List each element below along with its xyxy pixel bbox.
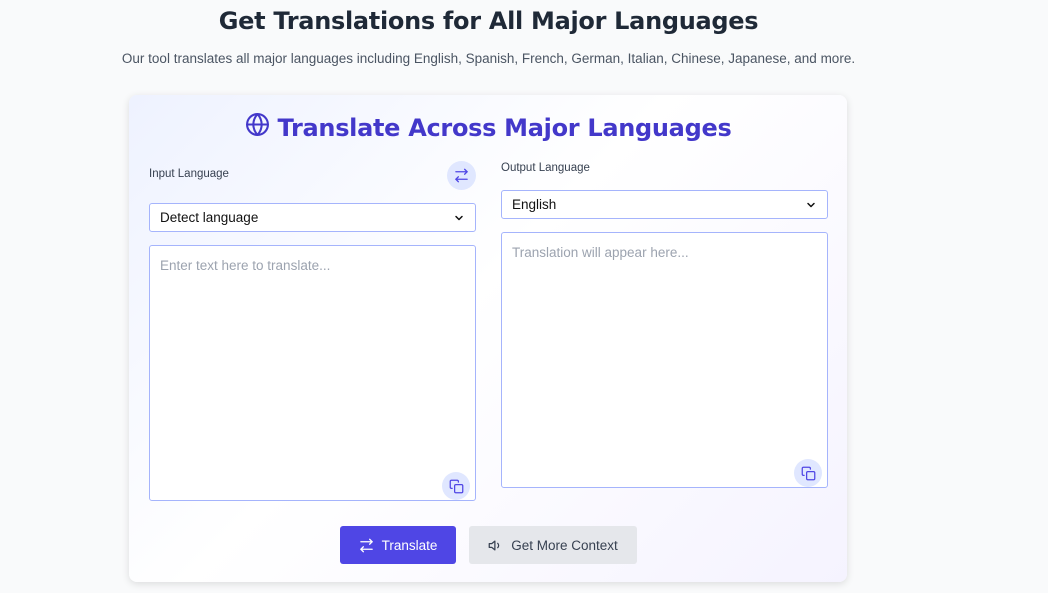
get-more-context-button[interactable]: Get More Context: [469, 526, 637, 564]
chevron-down-icon: [453, 212, 465, 224]
chevron-down-icon: [805, 199, 817, 211]
page-title: Get Translations for All Major Languages: [218, 7, 759, 35]
source-text-placeholder: Enter text here to translate...: [160, 258, 331, 273]
speaker-icon: [488, 538, 503, 553]
translator-card: Translate Across Major Languages Input L…: [129, 95, 847, 582]
globe-icon: [245, 112, 270, 143]
swap-icon: [359, 538, 374, 553]
copy-icon: [801, 466, 816, 481]
translation-output[interactable]: Translation will appear here...: [501, 232, 828, 488]
output-language-label: Output Language: [501, 162, 590, 174]
translation-output-placeholder: Translation will appear here...: [512, 245, 689, 260]
page-subtitle: Our tool translates all major languages …: [121, 51, 856, 66]
copy-icon: [449, 479, 464, 494]
translate-button[interactable]: Translate: [340, 526, 456, 564]
copy-output-button[interactable]: [794, 459, 822, 487]
source-text-input[interactable]: Enter text here to translate...: [149, 245, 476, 501]
swap-languages-button[interactable]: [447, 161, 476, 190]
input-language-select[interactable]: Detect language: [149, 203, 476, 232]
output-language-select[interactable]: English: [501, 190, 828, 219]
output-language-value: English: [512, 197, 557, 212]
swap-icon: [454, 168, 469, 183]
translate-button-label: Translate: [381, 537, 438, 553]
card-title: Translate Across Major Languages: [129, 112, 847, 143]
input-language-value: Detect language: [160, 210, 259, 225]
card-title-text: Translate Across Major Languages: [277, 113, 732, 142]
get-more-context-label: Get More Context: [511, 537, 618, 553]
input-language-label: Input Language: [149, 168, 229, 180]
copy-input-button[interactable]: [442, 472, 470, 500]
